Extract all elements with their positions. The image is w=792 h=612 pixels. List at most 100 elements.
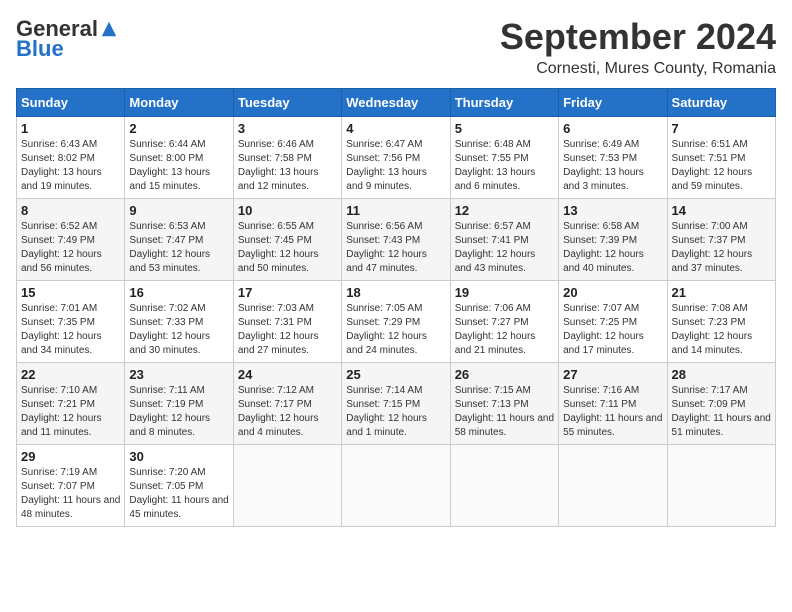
day-cell: 26 Sunrise: 7:15 AMSunset: 7:13 PMDaylig…: [450, 363, 558, 445]
day-details: Sunrise: 7:10 AMSunset: 7:21 PMDaylight:…: [21, 384, 120, 440]
logo: General Blue: [16, 16, 118, 62]
title-area: September 2024 Cornesti, Mures County, R…: [500, 16, 776, 78]
day-cell: 25 Sunrise: 7:14 AMSunset: 7:15 PMDaylig…: [342, 363, 450, 445]
header-monday: Monday: [125, 89, 233, 117]
day-number: 13: [563, 203, 662, 218]
day-cell: [233, 445, 341, 527]
header-row: SundayMondayTuesdayWednesdayThursdayFrid…: [17, 89, 776, 117]
day-cell: 16 Sunrise: 7:02 AMSunset: 7:33 PMDaylig…: [125, 281, 233, 363]
day-cell: 4 Sunrise: 6:47 AMSunset: 7:56 PMDayligh…: [342, 117, 450, 199]
day-details: Sunrise: 7:19 AMSunset: 7:07 PMDaylight:…: [21, 466, 120, 522]
day-cell: 27 Sunrise: 7:16 AMSunset: 7:11 PMDaylig…: [559, 363, 667, 445]
day-number: 23: [129, 367, 228, 382]
day-number: 25: [346, 367, 445, 382]
day-cell: 15 Sunrise: 7:01 AMSunset: 7:35 PMDaylig…: [17, 281, 125, 363]
day-details: Sunrise: 6:49 AMSunset: 7:53 PMDaylight:…: [563, 138, 662, 194]
day-cell: 3 Sunrise: 6:46 AMSunset: 7:58 PMDayligh…: [233, 117, 341, 199]
day-number: 5: [455, 121, 554, 136]
month-title: September 2024: [500, 16, 776, 58]
day-cell: 6 Sunrise: 6:49 AMSunset: 7:53 PMDayligh…: [559, 117, 667, 199]
header-sunday: Sunday: [17, 89, 125, 117]
day-details: Sunrise: 7:07 AMSunset: 7:25 PMDaylight:…: [563, 302, 662, 358]
day-number: 29: [21, 449, 120, 464]
day-details: Sunrise: 7:14 AMSunset: 7:15 PMDaylight:…: [346, 384, 445, 440]
day-cell: 1 Sunrise: 6:43 AMSunset: 8:02 PMDayligh…: [17, 117, 125, 199]
day-number: 16: [129, 285, 228, 300]
day-cell: 11 Sunrise: 6:56 AMSunset: 7:43 PMDaylig…: [342, 199, 450, 281]
day-details: Sunrise: 7:12 AMSunset: 7:17 PMDaylight:…: [238, 384, 337, 440]
day-number: 30: [129, 449, 228, 464]
day-details: Sunrise: 7:15 AMSunset: 7:13 PMDaylight:…: [455, 384, 554, 440]
day-details: Sunrise: 7:16 AMSunset: 7:11 PMDaylight:…: [563, 384, 662, 440]
day-number: 14: [672, 203, 771, 218]
day-details: Sunrise: 7:01 AMSunset: 7:35 PMDaylight:…: [21, 302, 120, 358]
header-friday: Friday: [559, 89, 667, 117]
day-details: Sunrise: 6:57 AMSunset: 7:41 PMDaylight:…: [455, 220, 554, 276]
day-number: 8: [21, 203, 120, 218]
week-row-2: 8 Sunrise: 6:52 AMSunset: 7:49 PMDayligh…: [17, 199, 776, 281]
day-cell: 24 Sunrise: 7:12 AMSunset: 7:17 PMDaylig…: [233, 363, 341, 445]
day-details: Sunrise: 7:03 AMSunset: 7:31 PMDaylight:…: [238, 302, 337, 358]
day-number: 18: [346, 285, 445, 300]
day-number: 21: [672, 285, 771, 300]
day-cell: 30 Sunrise: 7:20 AMSunset: 7:05 PMDaylig…: [125, 445, 233, 527]
location-title: Cornesti, Mures County, Romania: [500, 60, 776, 78]
day-cell: 14 Sunrise: 7:00 AMSunset: 7:37 PMDaylig…: [667, 199, 775, 281]
day-number: 28: [672, 367, 771, 382]
day-cell: 9 Sunrise: 6:53 AMSunset: 7:47 PMDayligh…: [125, 199, 233, 281]
day-details: Sunrise: 6:52 AMSunset: 7:49 PMDaylight:…: [21, 220, 120, 276]
day-cell: [559, 445, 667, 527]
day-number: 11: [346, 203, 445, 218]
calendar-table: SundayMondayTuesdayWednesdayThursdayFrid…: [16, 88, 776, 527]
day-cell: [342, 445, 450, 527]
day-details: Sunrise: 6:51 AMSunset: 7:51 PMDaylight:…: [672, 138, 771, 194]
day-number: 15: [21, 285, 120, 300]
header-thursday: Thursday: [450, 89, 558, 117]
day-details: Sunrise: 6:44 AMSunset: 8:00 PMDaylight:…: [129, 138, 228, 194]
week-row-1: 1 Sunrise: 6:43 AMSunset: 8:02 PMDayligh…: [17, 117, 776, 199]
day-details: Sunrise: 7:17 AMSunset: 7:09 PMDaylight:…: [672, 384, 771, 440]
day-details: Sunrise: 7:06 AMSunset: 7:27 PMDaylight:…: [455, 302, 554, 358]
day-details: Sunrise: 6:46 AMSunset: 7:58 PMDaylight:…: [238, 138, 337, 194]
day-cell: 23 Sunrise: 7:11 AMSunset: 7:19 PMDaylig…: [125, 363, 233, 445]
day-cell: 13 Sunrise: 6:58 AMSunset: 7:39 PMDaylig…: [559, 199, 667, 281]
day-details: Sunrise: 6:43 AMSunset: 8:02 PMDaylight:…: [21, 138, 120, 194]
day-details: Sunrise: 6:53 AMSunset: 7:47 PMDaylight:…: [129, 220, 228, 276]
day-cell: 7 Sunrise: 6:51 AMSunset: 7:51 PMDayligh…: [667, 117, 775, 199]
day-cell: 10 Sunrise: 6:55 AMSunset: 7:45 PMDaylig…: [233, 199, 341, 281]
day-cell: 29 Sunrise: 7:19 AMSunset: 7:07 PMDaylig…: [17, 445, 125, 527]
day-cell: 12 Sunrise: 6:57 AMSunset: 7:41 PMDaylig…: [450, 199, 558, 281]
day-details: Sunrise: 6:56 AMSunset: 7:43 PMDaylight:…: [346, 220, 445, 276]
day-cell: [450, 445, 558, 527]
day-number: 22: [21, 367, 120, 382]
day-cell: 17 Sunrise: 7:03 AMSunset: 7:31 PMDaylig…: [233, 281, 341, 363]
day-number: 12: [455, 203, 554, 218]
day-number: 20: [563, 285, 662, 300]
day-cell: 21 Sunrise: 7:08 AMSunset: 7:23 PMDaylig…: [667, 281, 775, 363]
day-cell: 19 Sunrise: 7:06 AMSunset: 7:27 PMDaylig…: [450, 281, 558, 363]
day-details: Sunrise: 7:20 AMSunset: 7:05 PMDaylight:…: [129, 466, 228, 522]
day-cell: 18 Sunrise: 7:05 AMSunset: 7:29 PMDaylig…: [342, 281, 450, 363]
day-details: Sunrise: 7:08 AMSunset: 7:23 PMDaylight:…: [672, 302, 771, 358]
day-details: Sunrise: 7:05 AMSunset: 7:29 PMDaylight:…: [346, 302, 445, 358]
day-details: Sunrise: 6:55 AMSunset: 7:45 PMDaylight:…: [238, 220, 337, 276]
day-cell: 2 Sunrise: 6:44 AMSunset: 8:00 PMDayligh…: [125, 117, 233, 199]
day-cell: 28 Sunrise: 7:17 AMSunset: 7:09 PMDaylig…: [667, 363, 775, 445]
day-details: Sunrise: 7:00 AMSunset: 7:37 PMDaylight:…: [672, 220, 771, 276]
day-number: 24: [238, 367, 337, 382]
day-number: 17: [238, 285, 337, 300]
day-number: 1: [21, 121, 120, 136]
week-row-4: 22 Sunrise: 7:10 AMSunset: 7:21 PMDaylig…: [17, 363, 776, 445]
day-number: 6: [563, 121, 662, 136]
day-number: 4: [346, 121, 445, 136]
week-row-5: 29 Sunrise: 7:19 AMSunset: 7:07 PMDaylig…: [17, 445, 776, 527]
day-number: 3: [238, 121, 337, 136]
day-details: Sunrise: 6:58 AMSunset: 7:39 PMDaylight:…: [563, 220, 662, 276]
header: General Blue September 2024 Cornesti, Mu…: [16, 16, 776, 78]
header-saturday: Saturday: [667, 89, 775, 117]
day-number: 2: [129, 121, 228, 136]
day-number: 7: [672, 121, 771, 136]
day-number: 27: [563, 367, 662, 382]
day-details: Sunrise: 7:02 AMSunset: 7:33 PMDaylight:…: [129, 302, 228, 358]
day-number: 10: [238, 203, 337, 218]
